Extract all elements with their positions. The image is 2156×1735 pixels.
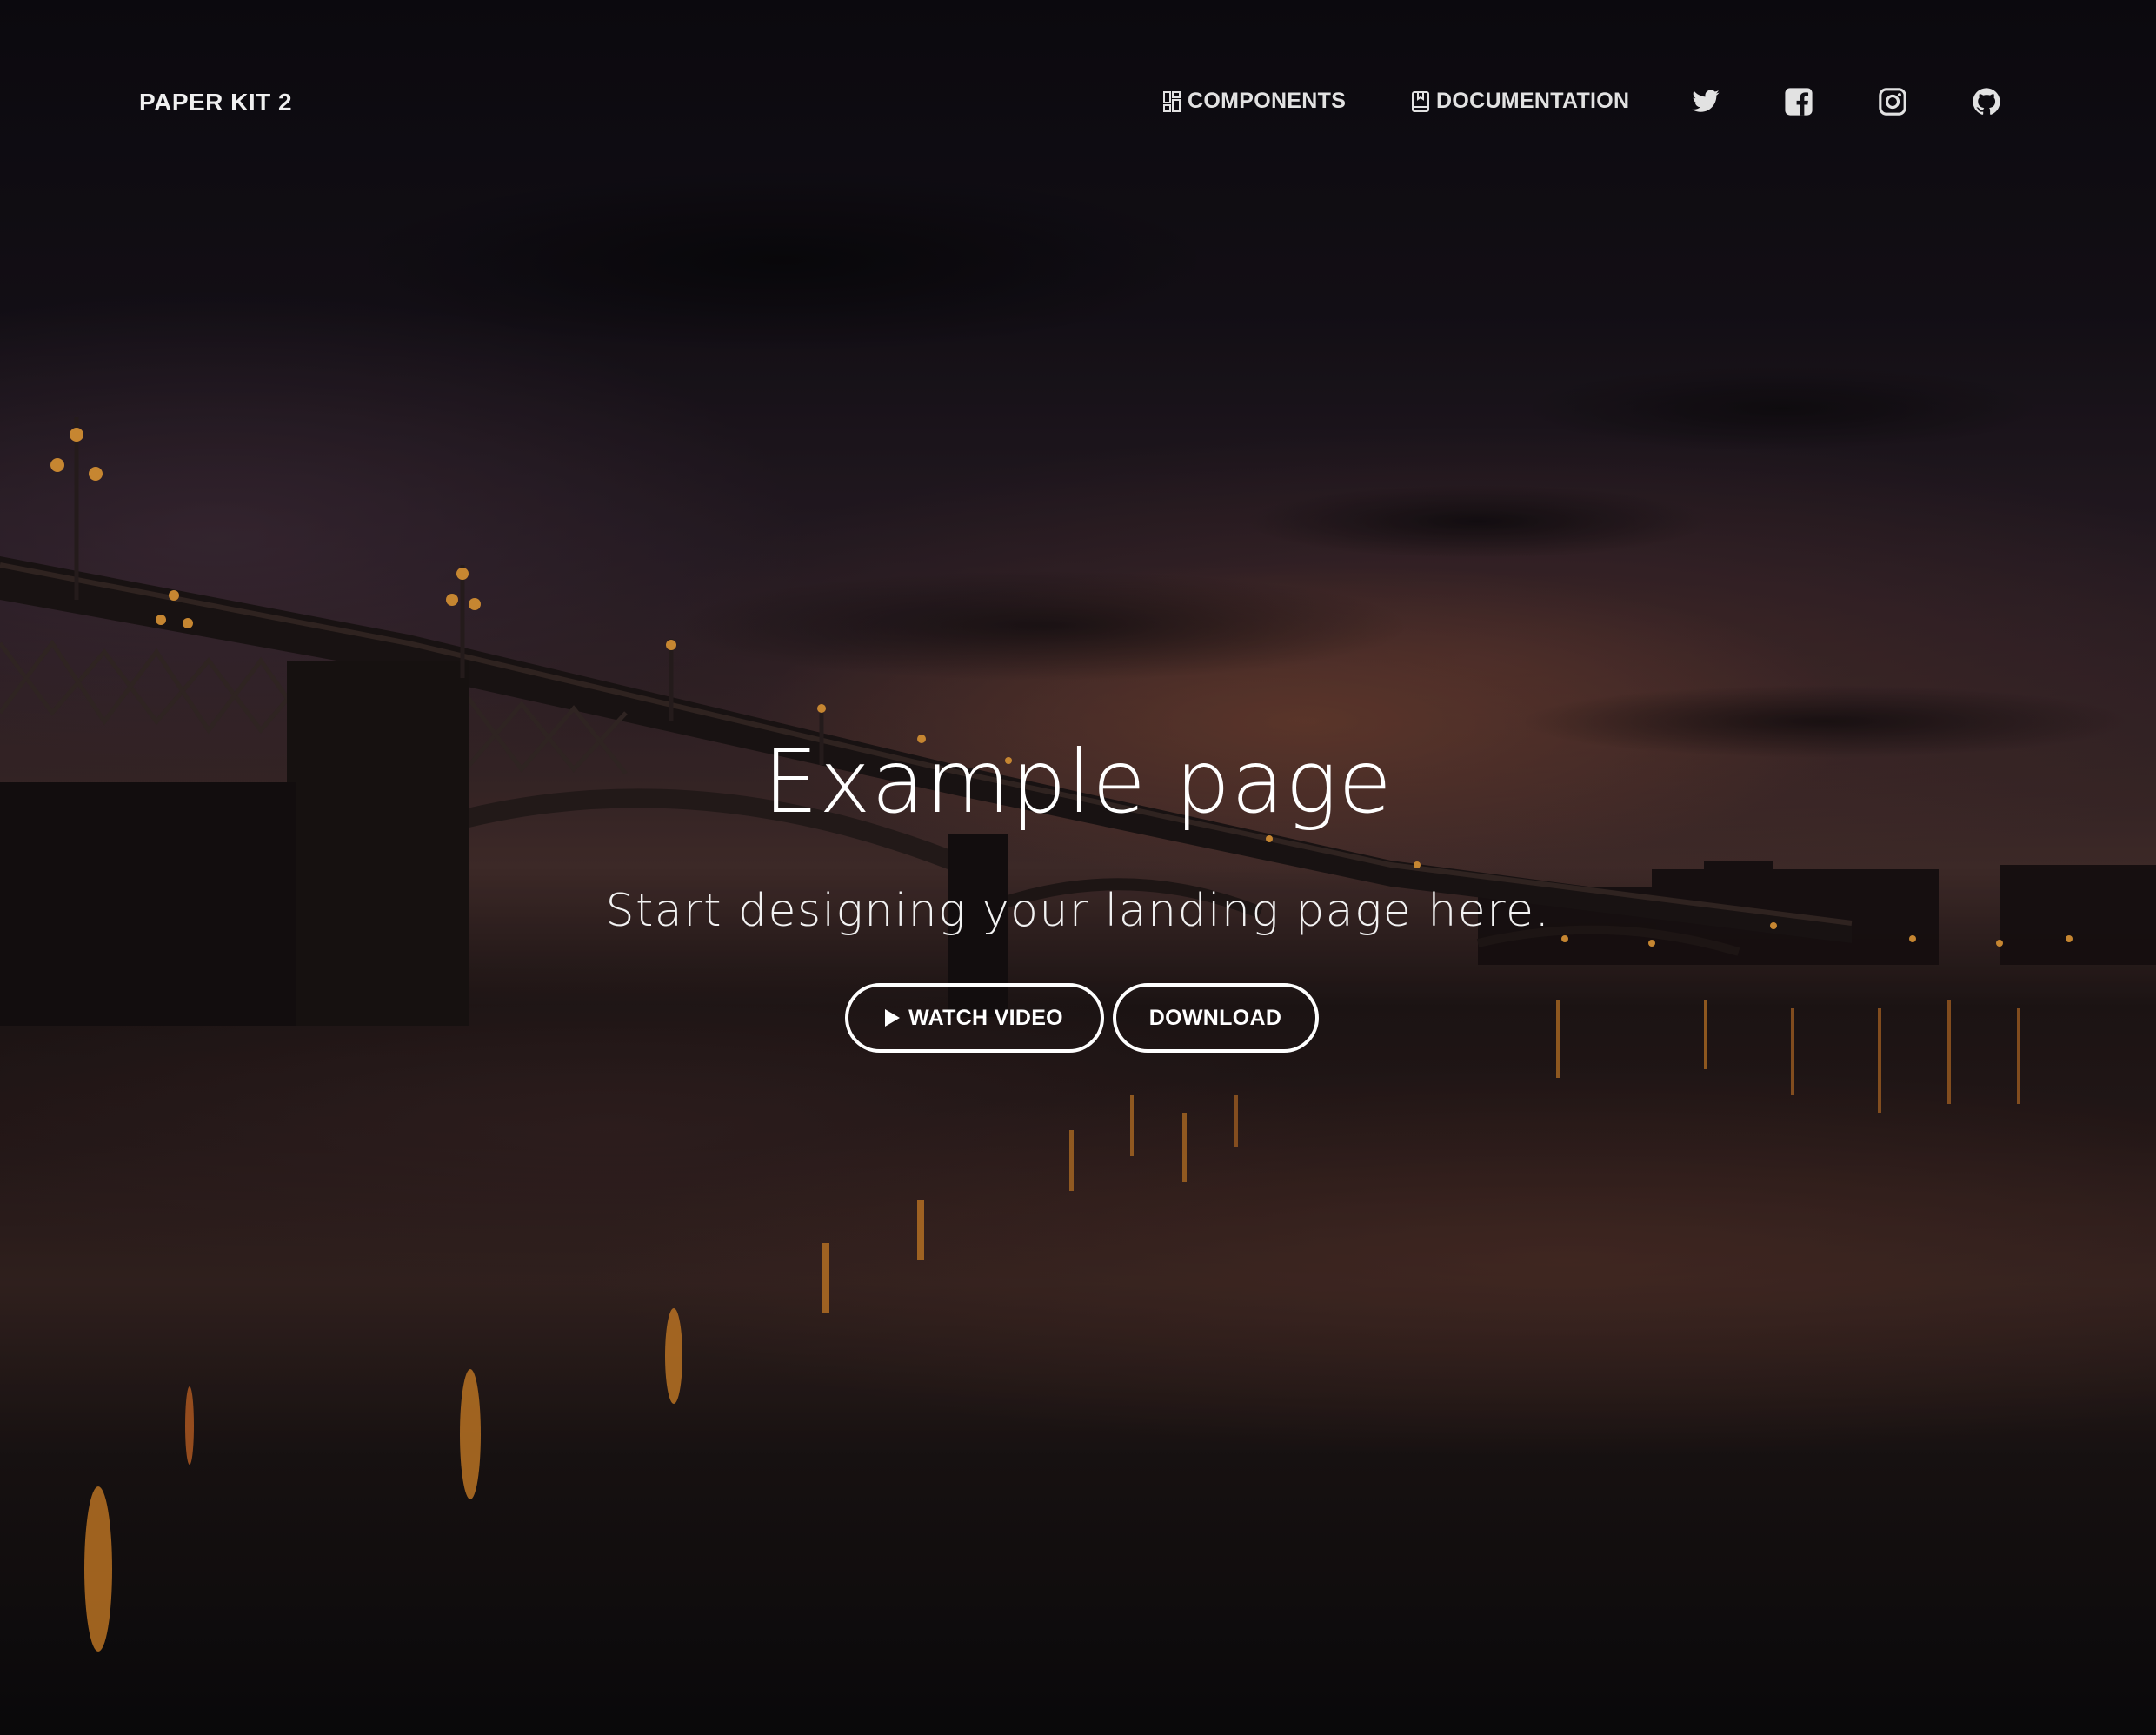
page-subtitle: Start designing your landing page here. [605,885,1551,937]
facebook-link[interactable] [1784,87,1813,116]
instagram-icon [1879,88,1906,116]
play-icon [885,1009,901,1027]
instagram-link[interactable] [1878,87,1907,116]
github-link[interactable] [1972,87,2001,116]
download-label: DOWNLOAD [1148,1005,1282,1030]
facebook-square-icon [1785,88,1813,116]
navbar: PAPER KIT 2 COMPONENTS DOCUMENTATION [0,0,2156,209]
book-bookmark-icon [1412,90,1429,112]
watch-video-button[interactable]: WATCH VIDEO [844,983,1104,1053]
nav-link-documentation[interactable]: DOCUMENTATION [1412,89,1629,114]
hero-actions: WATCH VIDEO DOWNLOAD [0,983,2156,1053]
watch-video-label: WATCH VIDEO [908,1005,1063,1030]
layout-grid-icon [1163,90,1181,112]
nav-link-label: DOCUMENTATION [1436,89,1630,113]
twitter-icon [1692,90,1720,112]
download-button[interactable]: DOWNLOAD [1112,983,1319,1053]
nav-link-label: COMPONENTS [1188,89,1347,113]
twitter-link[interactable] [1691,87,1720,116]
brand-logo-link[interactable]: PAPER KIT 2 [139,89,292,116]
nav-link-components[interactable]: COMPONENTS [1163,89,1346,114]
page-title: Example page [763,731,1393,833]
github-icon [1973,88,2000,115]
hero-dark-overlay [0,0,2156,1735]
